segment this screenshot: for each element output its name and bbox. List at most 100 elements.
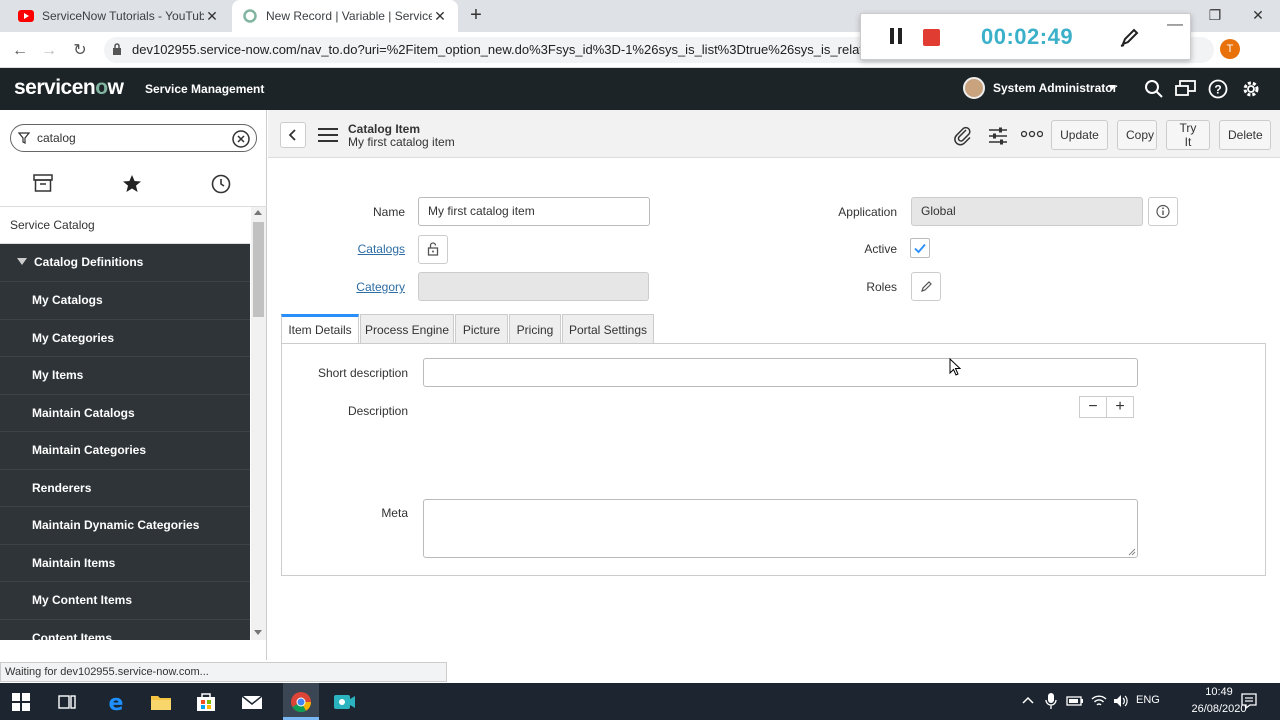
user-menu[interactable]: System Administrator bbox=[993, 81, 1117, 95]
close-tab-icon[interactable]: ✕ bbox=[432, 8, 448, 24]
profile-avatar[interactable]: T bbox=[1220, 39, 1240, 59]
help-icon[interactable]: ? bbox=[1208, 79, 1228, 99]
language-indicator[interactable]: ENG bbox=[1136, 694, 1160, 706]
nav-item-my-items[interactable]: My Items bbox=[0, 356, 250, 394]
forward-arrow-icon[interactable]: → bbox=[38, 40, 60, 62]
back-arrow-icon[interactable]: ← bbox=[9, 40, 31, 62]
category-input[interactable] bbox=[418, 272, 649, 301]
tab-portal-settings[interactable]: Portal Settings bbox=[562, 314, 654, 344]
filter-icon bbox=[18, 132, 30, 144]
resize-handle-icon[interactable] bbox=[1128, 548, 1136, 556]
name-input[interactable]: My first catalog item bbox=[418, 197, 650, 226]
edge-browser-icon[interactable]: e bbox=[104, 690, 128, 714]
history-clock-icon[interactable] bbox=[211, 174, 233, 196]
all-apps-archive-icon[interactable] bbox=[33, 174, 55, 196]
maximize-icon[interactable]: ❐ bbox=[1200, 4, 1230, 26]
nav-item-my-content-items[interactable]: My Content Items bbox=[0, 581, 250, 619]
nav-item-renderers[interactable]: Renderers bbox=[0, 468, 250, 506]
scroll-up-arrow-icon[interactable] bbox=[254, 210, 262, 215]
windows-start-icon[interactable] bbox=[12, 693, 36, 717]
battery-icon[interactable] bbox=[1066, 692, 1090, 716]
youtube-icon bbox=[18, 8, 34, 24]
nav-section-catalog-definitions[interactable]: Catalog Definitions bbox=[0, 244, 250, 281]
browser-tab-youtube[interactable]: ServiceNow Tutorials - YouTube ✕ bbox=[8, 0, 230, 32]
back-button[interactable] bbox=[280, 122, 306, 148]
form-table-name: Catalog Item bbox=[348, 122, 421, 136]
active-checkbox[interactable] bbox=[910, 238, 930, 258]
nav-item-maintain-categories[interactable]: Maintain Categories bbox=[0, 431, 250, 469]
volume-icon[interactable] bbox=[1112, 692, 1136, 716]
nav-item-maintain-items[interactable]: Maintain Items bbox=[0, 543, 250, 581]
zoom-in-button[interactable]: + bbox=[1106, 396, 1134, 418]
browser-tab-servicenow[interactable]: New Record | Variable | ServiceN ✕ bbox=[232, 0, 458, 32]
browser-status-bar: Waiting for dev102955.service-now.com... bbox=[0, 662, 447, 682]
checkmark-icon bbox=[914, 243, 926, 254]
nav-item-maintain-dynamic-categories[interactable]: Maintain Dynamic Categories bbox=[0, 506, 250, 544]
pen-icon[interactable] bbox=[1119, 26, 1141, 48]
nav-item-maintain-catalogs[interactable]: Maintain Catalogs bbox=[0, 393, 250, 431]
paperclip-icon[interactable] bbox=[954, 126, 972, 146]
nav-item-my-catalogs[interactable]: My Catalogs bbox=[0, 281, 250, 319]
delete-button[interactable]: Delete bbox=[1219, 120, 1271, 150]
hamburger-menu-icon[interactable] bbox=[318, 127, 338, 143]
microsoft-store-icon[interactable] bbox=[194, 690, 218, 714]
more-options-icon[interactable] bbox=[1021, 130, 1043, 138]
clock-time[interactable]: 10:49 bbox=[1195, 686, 1243, 698]
minimize-icon[interactable]: — bbox=[1167, 16, 1183, 34]
favorites-star-icon[interactable] bbox=[122, 174, 144, 196]
navigator-list: Service Catalog Catalog Definitions My C… bbox=[0, 207, 250, 640]
application-navigator: catalog Service Catalog Catalog Definiti… bbox=[0, 110, 267, 660]
pencil-icon bbox=[921, 281, 932, 292]
tab-picture[interactable]: Picture bbox=[455, 314, 508, 344]
category-link[interactable]: Category bbox=[330, 280, 405, 294]
notifications-icon[interactable] bbox=[1240, 692, 1264, 716]
connect-chat-icon[interactable] bbox=[1175, 79, 1197, 99]
application-input[interactable]: Global bbox=[911, 197, 1143, 226]
mail-icon[interactable] bbox=[240, 690, 264, 714]
stop-icon[interactable] bbox=[923, 29, 940, 46]
name-label: Name bbox=[372, 205, 405, 219]
task-view-icon[interactable] bbox=[58, 693, 82, 717]
browser-tab-title: ServiceNow Tutorials - YouTube bbox=[42, 9, 204, 23]
nav-app-service-catalog[interactable]: Service Catalog bbox=[0, 207, 250, 244]
scroll-down-arrow-icon[interactable] bbox=[254, 630, 262, 635]
navigator-scrollbar-thumb[interactable] bbox=[253, 222, 264, 317]
screen-recorder-app-icon[interactable] bbox=[332, 690, 356, 714]
copy-button[interactable]: Copy bbox=[1117, 120, 1157, 150]
meta-textarea[interactable] bbox=[423, 499, 1138, 558]
catalogs-link[interactable]: Catalogs bbox=[330, 242, 405, 256]
nav-item-content-items[interactable]: Content Items bbox=[0, 618, 250, 640]
update-button[interactable]: Update bbox=[1051, 120, 1108, 150]
pause-icon[interactable] bbox=[889, 28, 903, 44]
chevron-down-icon[interactable] bbox=[1108, 85, 1116, 90]
microphone-icon[interactable] bbox=[1044, 692, 1068, 716]
servicenow-icon bbox=[242, 8, 258, 24]
collapse-triangle-icon bbox=[17, 258, 27, 265]
tab-item-details[interactable]: Item Details bbox=[281, 314, 359, 345]
close-tab-icon[interactable]: ✕ bbox=[204, 8, 220, 24]
roles-edit-button[interactable] bbox=[911, 272, 941, 301]
new-tab-button[interactable]: + bbox=[466, 5, 486, 26]
gear-icon[interactable] bbox=[1241, 79, 1261, 99]
reload-icon[interactable]: ↻ bbox=[69, 40, 91, 62]
try-it-button[interactable]: Try It bbox=[1166, 120, 1210, 150]
user-avatar[interactable] bbox=[963, 77, 985, 99]
zoom-out-button[interactable]: − bbox=[1079, 396, 1107, 418]
navigator-filter-input[interactable]: catalog bbox=[10, 124, 257, 152]
settings-sliders-icon[interactable] bbox=[988, 126, 1008, 146]
application-info-button[interactable] bbox=[1148, 197, 1178, 226]
short-description-input[interactable] bbox=[423, 358, 1138, 387]
catalogs-lock-button[interactable] bbox=[418, 235, 448, 264]
chevron-up-icon[interactable] bbox=[1020, 692, 1044, 716]
tab-pricing[interactable]: Pricing bbox=[509, 314, 561, 344]
wifi-icon[interactable] bbox=[1090, 692, 1114, 716]
search-icon[interactable] bbox=[1144, 79, 1164, 99]
nav-item-my-categories[interactable]: My Categories bbox=[0, 318, 250, 356]
servicenow-header: servicenow Service Management System Adm… bbox=[0, 68, 1280, 110]
servicenow-logo[interactable]: servicenow bbox=[14, 76, 124, 100]
close-window-icon[interactable]: ✕ bbox=[1243, 4, 1273, 26]
clear-filter-icon[interactable] bbox=[232, 130, 250, 148]
file-explorer-icon[interactable] bbox=[149, 690, 173, 714]
tab-process-engine[interactable]: Process Engine bbox=[360, 314, 454, 344]
chrome-icon[interactable] bbox=[289, 690, 313, 714]
